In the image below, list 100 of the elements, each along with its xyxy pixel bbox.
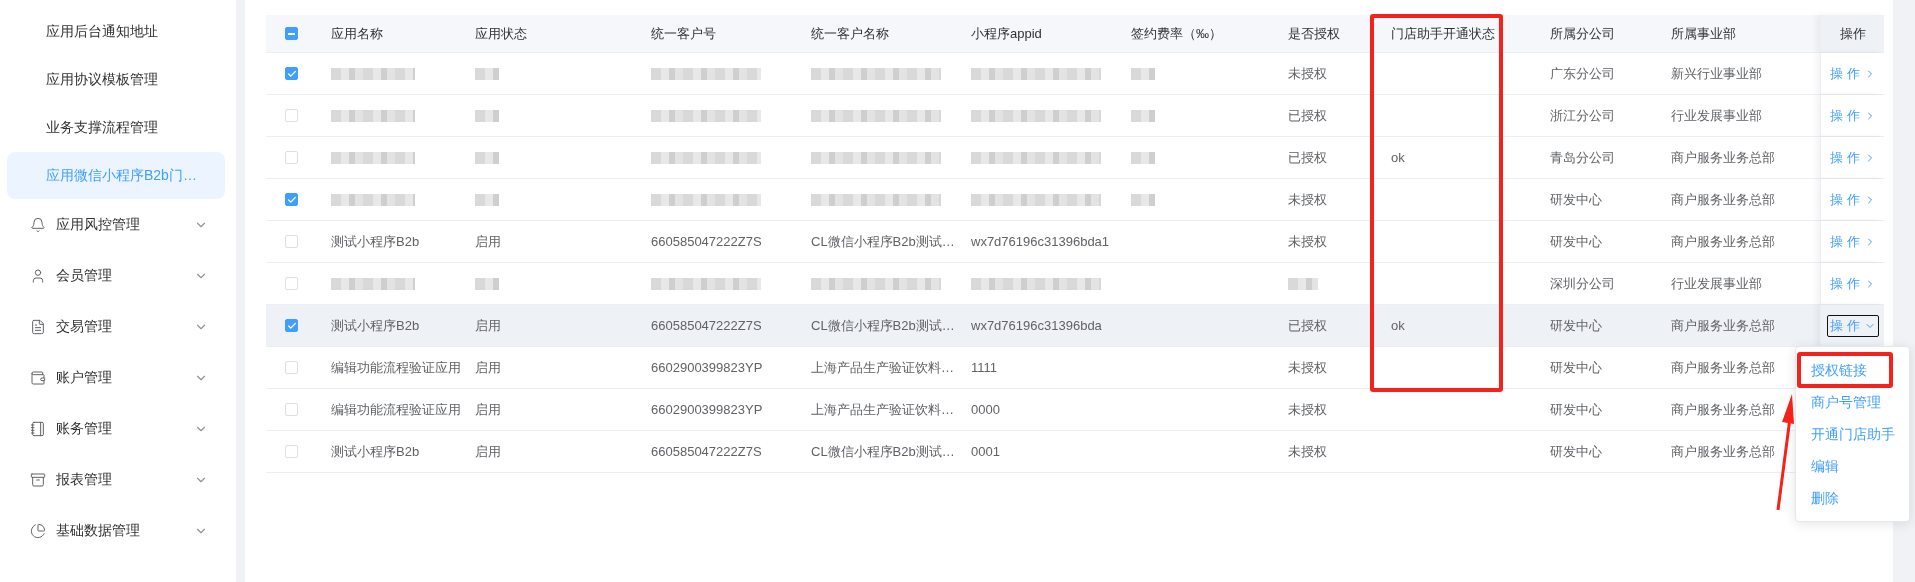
table-cell: 未授权 (1288, 358, 1327, 377)
table-cell: 深圳分公司 (1550, 274, 1615, 293)
table-cell: 研发中心 (1550, 400, 1602, 419)
column-header: 所属事业部 (1671, 24, 1736, 43)
table-cell: 测试小程序B2b (331, 316, 420, 335)
table-cell: 6602900399823YP (651, 402, 763, 417)
column-header: 应用名称 (331, 24, 383, 43)
table-cell: 青岛分公司 (1550, 148, 1615, 167)
table-cell: 未授权 (1288, 190, 1327, 209)
table-cell: 新兴行业事业部 (1671, 64, 1762, 83)
table-cell: 未授权 (1288, 400, 1327, 419)
table-cell: 660585047222Z7S (651, 234, 762, 249)
blurred-text (1131, 193, 1155, 206)
checkbox[interactable] (285, 193, 298, 206)
table-cell: wx7d76196c31396bda1 (971, 234, 1110, 249)
menu-group[interactable]: 应用风控管理 (56, 215, 194, 234)
menu-icon (30, 216, 46, 233)
menu-group[interactable]: 账户管理 (56, 368, 194, 387)
action-link[interactable]: 操作 (1826, 272, 1879, 295)
table-cell: 启用 (475, 358, 501, 377)
table-cell: 未授权 (1288, 64, 1327, 83)
column-header: 操作 (1839, 24, 1866, 43)
blurred-text (475, 109, 499, 122)
table-cell: CL微信小程序B2b测试… (811, 442, 955, 461)
table-cell: 测试小程序B2b (331, 442, 420, 461)
menu-item[interactable]: 应用协议模板管理 (0, 56, 236, 103)
column-header: 统一客户名称 (811, 24, 889, 43)
column-header: 门店助手开通状态 (1391, 24, 1495, 43)
action-link[interactable]: 操作 (1826, 146, 1879, 169)
table-cell: 研发中心 (1550, 190, 1602, 209)
blurred-text (475, 277, 499, 290)
menu-icon (30, 318, 46, 335)
table-cell: 浙江分公司 (1550, 106, 1615, 125)
dropdown-item[interactable]: 开通门店助手 (1811, 421, 1895, 449)
table-cell: CL微信小程序B2b测试… (811, 232, 955, 251)
table-cell: 0001 (971, 444, 1000, 459)
menu-icon (30, 420, 46, 437)
dropdown-item[interactable]: 授权链接 (1811, 357, 1867, 385)
table-cell: 启用 (475, 316, 501, 335)
action-link[interactable]: 操作 (1826, 230, 1879, 253)
menu-icon (30, 267, 46, 284)
table-cell: 行业发展事业部 (1671, 274, 1762, 293)
action-link[interactable]: 操作 (1826, 104, 1879, 127)
table-cell: 660585047222Z7S (651, 444, 762, 459)
table-cell: 上海产品生产验证饮料… (811, 400, 954, 419)
checkbox[interactable] (285, 67, 298, 80)
menu-icon (30, 522, 46, 539)
table-cell: 已授权 (1288, 316, 1327, 335)
table-cell: 上海产品生产验证饮料… (811, 358, 954, 377)
table-cell: 编辑功能流程验证应用 (331, 400, 461, 419)
menu-group[interactable]: 账务管理 (56, 419, 194, 438)
table-cell: 商户服务业务总部 (1671, 358, 1775, 377)
table-cell: 0000 (971, 402, 1000, 417)
table-cell: 研发中心 (1550, 442, 1602, 461)
table-cell: 研发中心 (1550, 358, 1602, 377)
menu-group[interactable]: 交易管理 (56, 317, 194, 336)
menu-item[interactable]: 业务支撑流程管理 (0, 104, 236, 151)
table-cell: ok (1391, 150, 1405, 165)
column-header: 签约费率（‰） (1131, 24, 1222, 43)
dropdown-item[interactable]: 商户号管理 (1811, 389, 1881, 417)
table-cell: 1111 (971, 360, 998, 375)
column-header: 应用状态 (475, 24, 527, 43)
table-cell: 广东分公司 (1550, 64, 1615, 83)
checkbox[interactable] (285, 27, 298, 40)
table-cell: 商户服务业务总部 (1671, 232, 1775, 251)
menu-icon (30, 471, 46, 488)
table-cell: wx7d76196c31396bda (971, 318, 1102, 333)
action-link[interactable]: 操作 (1826, 188, 1879, 211)
table-cell: 未授权 (1288, 442, 1327, 461)
blurred-text (475, 151, 499, 164)
table-cell: 启用 (475, 232, 501, 251)
table-cell: 测试小程序B2b (331, 232, 420, 251)
blurred-text (475, 193, 499, 206)
table-cell: 商户服务业务总部 (1671, 190, 1775, 209)
dropdown-item[interactable]: 删除 (1811, 485, 1839, 513)
action-link[interactable]: 操作 (1826, 62, 1879, 85)
table-cell: 商户服务业务总部 (1671, 442, 1775, 461)
dropdown-item[interactable]: 编辑 (1811, 453, 1839, 481)
menu-group[interactable]: 报表管理 (56, 470, 194, 489)
table-cell: 商户服务业务总部 (1671, 316, 1775, 335)
blurred-text (1288, 277, 1318, 290)
blurred-text (1131, 67, 1155, 80)
table-cell: CL微信小程序B2b测试… (811, 316, 955, 335)
column-header: 所属分公司 (1550, 24, 1615, 43)
blurred-text (1131, 151, 1155, 164)
column-header: 小程序appid (971, 24, 1042, 43)
table-cell: 启用 (475, 400, 501, 419)
action-link[interactable]: 操作 (1826, 314, 1879, 337)
table-cell: 启用 (475, 442, 501, 461)
table-cell: 660585047222Z7S (651, 318, 762, 333)
table-cell: 编辑功能流程验证应用 (331, 358, 461, 377)
table-cell: 研发中心 (1550, 316, 1602, 335)
menu-group[interactable]: 基础数据管理 (56, 521, 194, 540)
menu-group[interactable]: 会员管理 (56, 266, 194, 285)
column-header: 是否授权 (1288, 24, 1340, 43)
table-cell: 6602900399823YP (651, 360, 763, 375)
checkbox[interactable] (285, 319, 298, 332)
menu-item[interactable]: 应用微信小程序B2b门… (7, 152, 225, 199)
table-cell: ok (1391, 318, 1405, 333)
menu-item[interactable]: 应用后台通知地址 (0, 8, 236, 55)
